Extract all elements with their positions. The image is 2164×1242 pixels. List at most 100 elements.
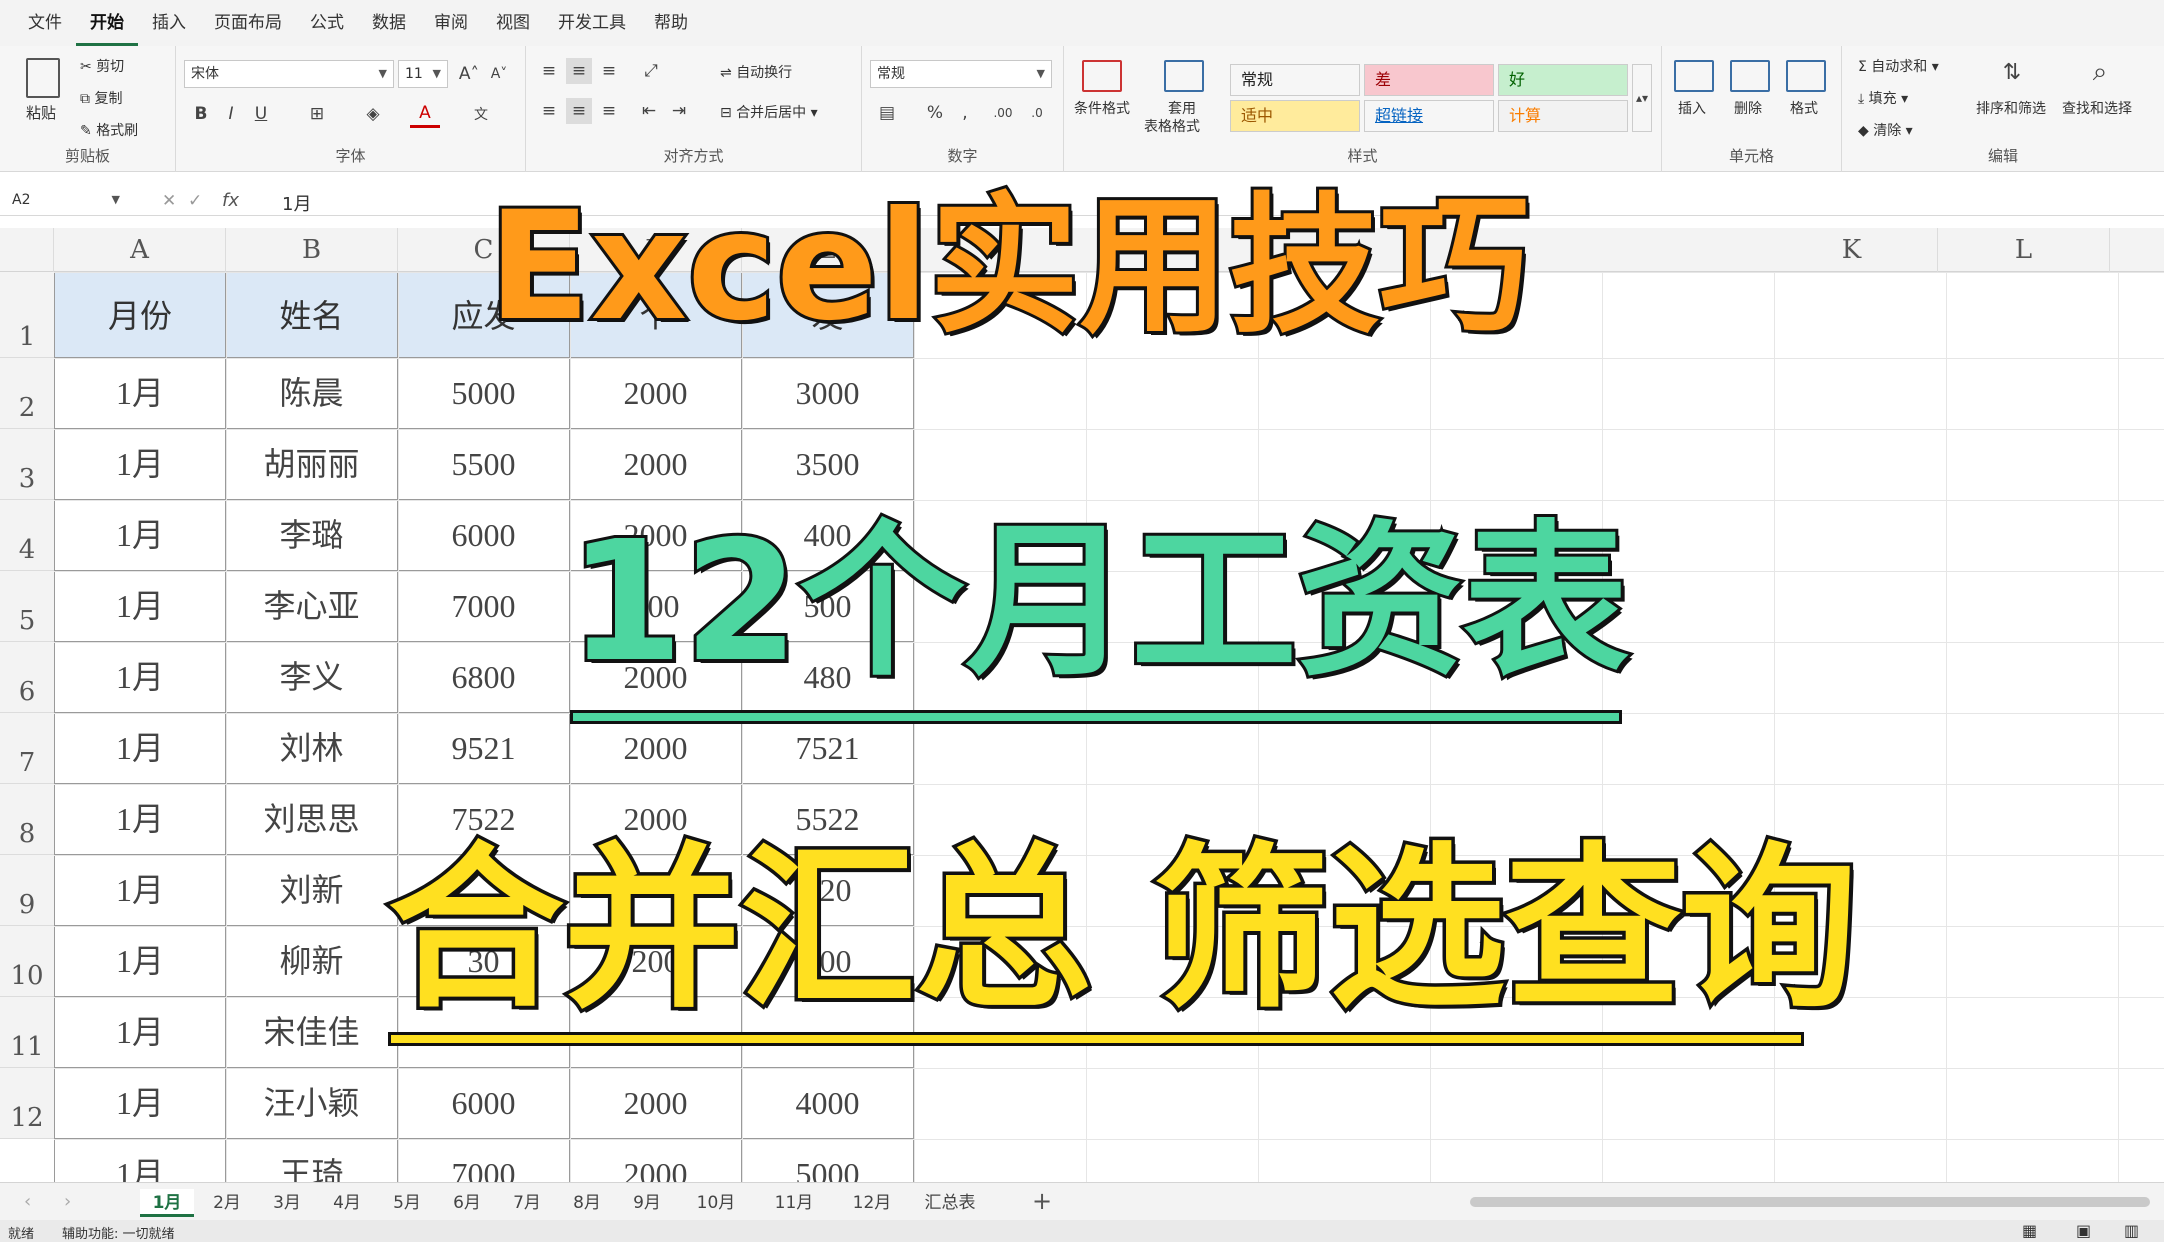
table-cell[interactable]: 1月 [54, 926, 226, 997]
style-hyperlink[interactable]: 超链接 [1364, 100, 1494, 132]
sheet-tab[interactable]: 1月 [140, 1189, 194, 1217]
copy-button[interactable]: ⧉ 复制 [80, 88, 122, 108]
status-accessibility[interactable]: 辅助功能: 一切就绪 [62, 1223, 175, 1242]
table-cell[interactable]: 6000 [398, 500, 570, 571]
table-cell[interactable]: 胡丽丽 [226, 429, 398, 500]
table-cell[interactable]: 宋佳佳 [226, 997, 398, 1068]
row-header[interactable]: 3 [0, 429, 54, 500]
accounting-icon[interactable]: ▤ [872, 100, 902, 126]
sheet-tab[interactable]: 4月 [320, 1189, 374, 1217]
table-cell[interactable]: 3000 [742, 358, 914, 429]
row-header[interactable]: 9 [0, 855, 54, 926]
table-format-icon[interactable] [1164, 60, 1204, 92]
table-cell[interactable]: 2000 [570, 429, 742, 500]
table-cell[interactable]: 5000 [398, 358, 570, 429]
table-header-cell[interactable]: 姓名 [226, 272, 398, 358]
table-cell[interactable]: 1月 [54, 1068, 226, 1139]
chevron-left-icon[interactable]: ‹ [24, 1191, 31, 1212]
menu-view[interactable]: 视图 [482, 0, 544, 46]
table-cell[interactable]: 2000 [570, 1068, 742, 1139]
table-cell[interactable]: 柳新 [226, 926, 398, 997]
name-box[interactable]: A2 ▼ [6, 187, 126, 215]
table-cell[interactable]: 2000 [570, 1139, 742, 1182]
format-painter-button[interactable]: ✎ 格式刷 [80, 120, 138, 140]
menu-page-layout[interactable]: 页面布局 [200, 0, 296, 46]
table-cell[interactable]: 汪小颖 [226, 1068, 398, 1139]
row-header[interactable]: 10 [0, 926, 54, 997]
sheet-tab[interactable]: 11月 [758, 1189, 830, 1217]
table-cell[interactable]: 1月 [54, 358, 226, 429]
row-header[interactable]: 5 [0, 571, 54, 642]
sheet-tab[interactable]: 6月 [440, 1189, 494, 1217]
sort-filter-icon[interactable]: ⇅ [1992, 54, 2032, 90]
table-cell[interactable]: 王琦 [226, 1139, 398, 1182]
row-header[interactable]: 11 [0, 997, 54, 1068]
delete-cells-label[interactable]: 删除 [1734, 98, 1762, 118]
align-center-icon[interactable]: ≡ [566, 98, 592, 124]
paste-icon[interactable] [26, 58, 60, 98]
number-format-select[interactable]: 常规 ▼ [870, 60, 1052, 88]
find-select-label[interactable]: 查找和选择 [2062, 98, 2132, 118]
conditional-format-label[interactable]: 条件格式 [1074, 98, 1130, 118]
row-header[interactable]: 4 [0, 500, 54, 571]
table-cell[interactable]: 6800 [398, 642, 570, 713]
format-cells-label[interactable]: 格式 [1790, 98, 1818, 118]
menu-home[interactable]: 开始 [76, 0, 138, 46]
decrease-decimal-icon[interactable]: .0 [1022, 100, 1052, 126]
comma-icon[interactable]: , [952, 100, 978, 126]
menu-formulas[interactable]: 公式 [296, 0, 358, 46]
sheet-tab[interactable]: 5月 [380, 1189, 434, 1217]
table-cell[interactable]: 4000 [742, 1068, 914, 1139]
table-cell[interactable]: 1月 [54, 571, 226, 642]
italic-icon[interactable]: I [218, 100, 244, 128]
row-header[interactable]: 8 [0, 784, 54, 855]
table-cell[interactable]: 刘思思 [226, 784, 398, 855]
conditional-format-icon[interactable] [1082, 60, 1122, 92]
font-size-select[interactable]: 11 ▼ [398, 60, 448, 88]
row-header[interactable]: 6 [0, 642, 54, 713]
table-cell[interactable]: 1月 [54, 784, 226, 855]
menu-insert[interactable]: 插入 [138, 0, 200, 46]
menu-file[interactable]: 文件 [14, 0, 76, 46]
table-cell[interactable]: 李璐 [226, 500, 398, 571]
sheet-tab[interactable]: 3月 [260, 1189, 314, 1217]
formula-input[interactable]: 1月 [282, 190, 311, 216]
cancel-icon[interactable]: ✕ [162, 191, 176, 211]
increase-decimal-icon[interactable]: .00 [988, 100, 1018, 126]
font-name-select[interactable]: 宋体 ▼ [184, 60, 394, 88]
autosum-button[interactable]: Σ 自动求和 ▾ [1858, 56, 1939, 76]
row-header[interactable]: 1 [0, 272, 54, 358]
table-cell[interactable]: 陈晨 [226, 358, 398, 429]
sheet-tab[interactable]: 8月 [560, 1189, 614, 1217]
style-neutral[interactable]: 适中 [1230, 100, 1360, 132]
table-cell[interactable]: 6000 [398, 1068, 570, 1139]
table-header-cell[interactable]: 月份 [54, 272, 226, 358]
align-left-icon[interactable]: ≡ [536, 98, 562, 124]
insert-cells-icon[interactable] [1674, 60, 1714, 92]
align-top-icon[interactable]: ≡ [536, 58, 562, 84]
row-header[interactable]: 7 [0, 713, 54, 784]
menu-review[interactable]: 审阅 [420, 0, 482, 46]
table-cell[interactable]: 1月 [54, 1139, 226, 1182]
bold-icon[interactable]: B [188, 100, 214, 128]
table-format-label-2[interactable]: 表格格式 [1144, 116, 1200, 136]
decrease-indent-icon[interactable]: ⇤ [636, 98, 662, 124]
wrap-text-button[interactable]: ⇌ 自动换行 [720, 62, 792, 82]
menu-help[interactable]: 帮助 [640, 0, 702, 46]
style-good[interactable]: 好 [1498, 64, 1628, 96]
align-bottom-icon[interactable]: ≡ [596, 58, 622, 84]
page-break-view-icon[interactable]: ▥ [2124, 1221, 2139, 1240]
sheet-tab[interactable]: 2月 [200, 1189, 254, 1217]
sheet-tab[interactable]: 汇总表 [914, 1189, 986, 1217]
grow-font-icon[interactable]: A˄ [456, 60, 482, 88]
align-right-icon[interactable]: ≡ [596, 98, 622, 124]
search-icon[interactable]: ⌕ [2080, 54, 2120, 90]
cut-button[interactable]: ✂ 剪切 [80, 56, 124, 76]
table-cell[interactable]: 1月 [54, 642, 226, 713]
table-cell[interactable]: 3500 [742, 429, 914, 500]
column-header-k[interactable]: K [1766, 228, 1938, 272]
shrink-font-icon[interactable]: A˅ [486, 60, 512, 88]
table-cell[interactable]: 1月 [54, 429, 226, 500]
horizontal-scrollbar[interactable] [1470, 1197, 2150, 1207]
increase-indent-icon[interactable]: ⇥ [666, 98, 692, 124]
